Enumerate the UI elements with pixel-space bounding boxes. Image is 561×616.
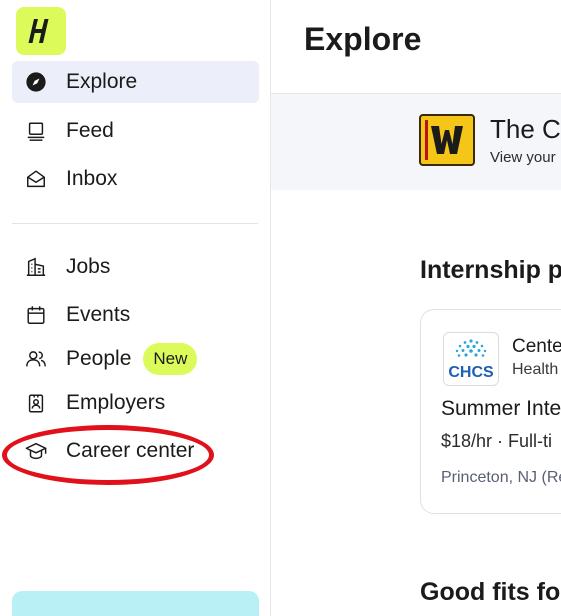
people-icon <box>24 347 48 371</box>
handbook-logo <box>419 114 475 166</box>
sidebar-item-events[interactable]: Events <box>12 294 259 336</box>
banner-subtitle: View your <box>490 149 556 166</box>
handbook-banner[interactable]: The C View your <box>271 94 561 190</box>
sidebar-item-inbox[interactable]: Inbox <box>12 158 259 200</box>
calendar-icon <box>24 303 48 327</box>
sidebar-item-label: Feed <box>66 119 114 142</box>
company-industry: Health <box>512 361 559 378</box>
job-pay: $18/hr · Full-ti <box>441 431 553 451</box>
graduation-cap-icon <box>24 439 48 463</box>
sidebar-item-label: Events <box>66 303 131 326</box>
id-badge-icon <box>24 391 48 415</box>
company-logo-text: CHCS <box>448 364 494 381</box>
sidebar-item-people[interactable]: People New <box>12 338 259 380</box>
sidebar-item-feed[interactable]: Feed <box>12 110 259 152</box>
handshake-logo[interactable] <box>16 7 66 55</box>
sidebar: Explore Feed Inbox Jobs Events People Ne… <box>0 0 270 616</box>
sidebar-item-label: Inbox <box>66 167 118 190</box>
job-title[interactable]: Summer Inte <box>441 397 561 421</box>
sidebar-item-label: Employers <box>66 391 166 414</box>
company-name[interactable]: Cente <box>512 336 561 358</box>
page-title: Explore <box>304 21 422 57</box>
sidebar-promo-card[interactable] <box>12 591 259 616</box>
main-content: Explore The C View your Internship p CHC… <box>271 0 561 616</box>
new-badge: New <box>143 343 198 375</box>
logo-h-icon <box>28 19 49 43</box>
sidebar-item-label: Jobs <box>66 255 111 278</box>
sidebar-divider <box>12 223 258 224</box>
good-fits-section-title: Good fits fo <box>420 578 561 606</box>
banner-title: The C <box>490 114 561 144</box>
internship-section-title: Internship p <box>420 256 561 284</box>
inbox-icon <box>24 167 48 191</box>
sidebar-item-label: Career center <box>66 439 195 462</box>
sidebar-item-label: Explore <box>66 70 138 93</box>
sidebar-item-jobs[interactable]: Jobs <box>12 246 259 288</box>
sidebar-item-employers[interactable]: Employers <box>12 382 259 424</box>
sidebar-item-explore[interactable]: Explore <box>12 61 259 103</box>
job-location: Princeton, NJ (Re <box>441 469 561 486</box>
feed-icon <box>24 119 48 143</box>
company-logo: CHCS <box>443 332 499 386</box>
sidebar-item-career-center[interactable]: Career center <box>12 430 259 472</box>
sidebar-item-label: People <box>66 347 132 370</box>
building-icon <box>24 255 48 279</box>
compass-icon <box>24 70 48 94</box>
job-card[interactable]: CHCS Cente Health Summer Inte $18/hr · F… <box>420 309 561 514</box>
w-logo-icon <box>425 120 463 160</box>
